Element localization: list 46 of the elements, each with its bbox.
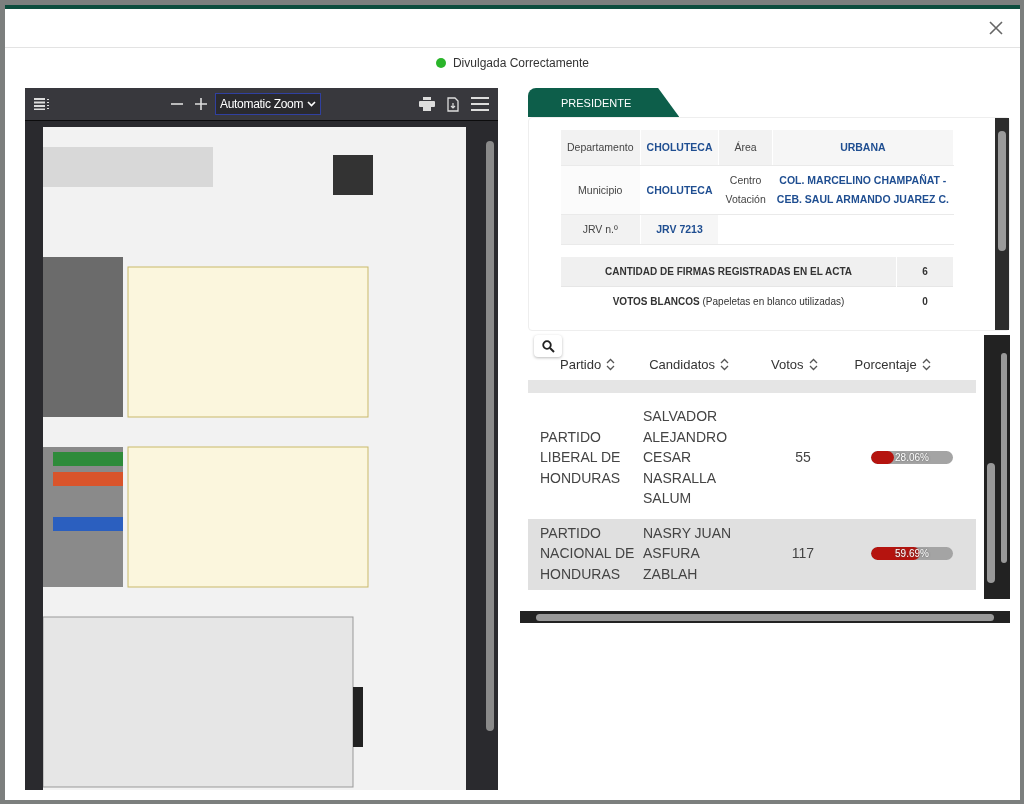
field-label: Departamento: [561, 130, 641, 166]
tab[interactable]: PRESIDENTE: [528, 88, 680, 117]
menu-icon: [471, 97, 489, 111]
summary-label: VOTOS BLANCOS (Papeletas en blanco utilizadas): [561, 286, 897, 316]
column-header[interactable]: Partido: [560, 353, 616, 375]
column-header[interactable]: Votos: [771, 353, 818, 375]
field-label: Centro Votación: [718, 165, 773, 215]
field-value: JRV 7213: [640, 214, 719, 245]
field-value: COL. MARCELINO CHAMPAÑAT - CEB. SAUL ARMANDO JUAREZ C.: [772, 165, 954, 215]
candidate-name: SALVADOR ALEJANDRO CESAR NASRALLA SALUM: [643, 407, 729, 508]
party-name: PARTIDO LIBERAL DE HONDURAS: [540, 427, 622, 488]
caret-icon: [307, 101, 317, 107]
summary-label: CANTIDAD DE FIRMAS REGISTRADAS EN EL ACTA: [561, 257, 897, 287]
field-value: CHOLUTECA: [640, 130, 719, 166]
scrollbar[interactable]: [984, 335, 998, 599]
field-value: URBANA: [772, 130, 954, 166]
scrollbar[interactable]: [486, 141, 494, 731]
field-label: Municipio: [561, 165, 641, 215]
candidate-name: NASRY JUAN ASFURA ZABLAH: [643, 523, 733, 584]
field-label: JRV n.º: [561, 214, 641, 245]
close-icon: [988, 20, 1004, 36]
printer-icon: [419, 97, 435, 111]
vote-count: 117: [791, 545, 815, 561]
field-label: Área: [718, 130, 773, 166]
column-header[interactable]: Porcentaje: [854, 353, 931, 375]
search-button[interactable]: [534, 335, 562, 357]
percentage-label: 28.06%: [894, 450, 930, 464]
plus-icon: [194, 97, 208, 111]
sort-icon: [921, 357, 931, 371]
sort-icon: [808, 357, 818, 371]
vote-count: 55: [795, 449, 811, 465]
scrollbar[interactable]: [995, 118, 1009, 330]
sidebar-icon: [34, 98, 50, 110]
zoom-select[interactable]: Automatic Zoom: [215, 93, 322, 115]
status-text: Divulgada Correctamente: [452, 56, 590, 70]
sort-icon: [720, 357, 729, 371]
scrollbar[interactable]: [520, 611, 1010, 623]
download-icon: [447, 96, 459, 112]
scrollbar[interactable]: [998, 335, 1010, 599]
field-value: CHOLUTECA: [640, 165, 719, 215]
search-icon: [541, 339, 555, 353]
sort-icon: [606, 357, 616, 371]
party-name: PARTIDO NACIONAL DE HONDURAS: [540, 523, 636, 584]
result-row[interactable]: PARTIDO LIBERAL DE HONDURAS SALVADOR ALEJANDRO CESAR NASRALLA SALUM 55 28.06%: [528, 393, 976, 519]
column-header[interactable]: Candidatos: [649, 353, 729, 375]
summary-value: 6: [896, 257, 954, 287]
